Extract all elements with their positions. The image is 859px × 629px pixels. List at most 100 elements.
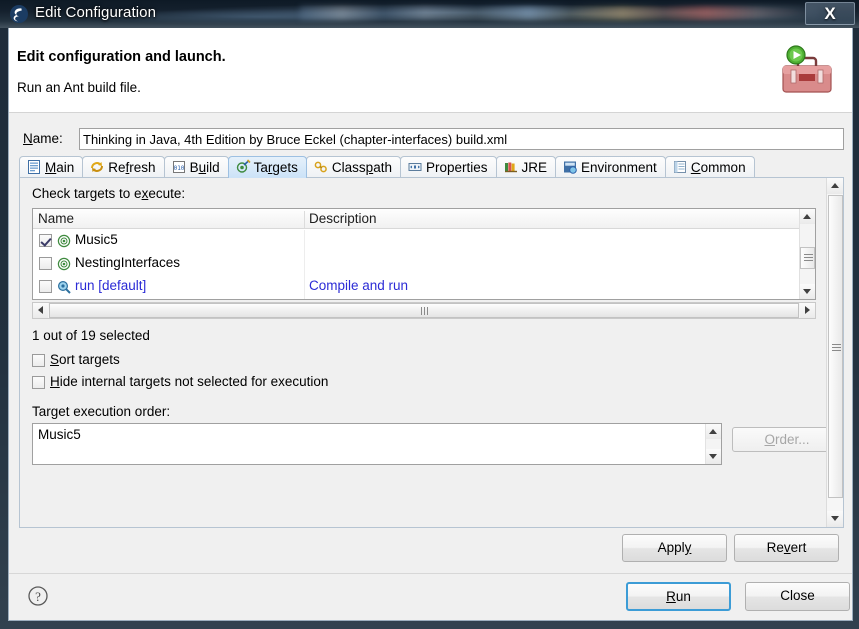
table-row[interactable]: Music5 [33,230,815,253]
order-scroll-up-button[interactable] [706,424,721,439]
chevron-down-icon [709,454,717,459]
target-name: NestingInterfaces [75,255,181,270]
row-divider [304,276,305,299]
target-checkbox-nestinginterfaces[interactable] [39,257,52,270]
common-icon [672,159,688,175]
table-row[interactable]: NestingInterfaces [33,253,815,276]
eclipse-launch-icon [9,4,29,24]
ant-toolbox-run-icon [774,40,838,102]
tab-targets-label: Targets [253,160,298,175]
tab-strip: Main Refresh 010 Build Targets Classpath… [19,156,844,178]
revert-button[interactable]: Revert [734,534,839,562]
table-row[interactable]: run [default] Compile and run [33,276,815,299]
tab-environment-label: Environment [581,160,657,175]
target-execution-order-label: Target execution order: [32,404,171,419]
dialog-header: Edit configuration and launch. Run an An… [9,28,852,113]
execution-order-scrollbar[interactable] [705,424,721,464]
tab-common-label: Common [690,160,746,175]
grip-icon [424,307,425,315]
classpath-icon [313,159,329,175]
header-subtitle: Run an Ant build file. [17,80,141,95]
table-scroll-down-button[interactable] [800,284,815,299]
name-label: Name: [23,131,63,146]
tab-properties[interactable]: Properties [399,156,497,178]
target-icon [57,257,71,271]
target-checkbox-music5[interactable] [39,234,52,247]
target-checkbox-run-default[interactable] [39,280,52,293]
title-bar: Edit Configuration X [0,0,859,28]
target-description: Compile and run [309,278,409,293]
panel-scroll-thumb[interactable] [828,195,843,498]
sort-targets-checkbox[interactable] [32,354,45,367]
chevron-down-icon [803,289,811,294]
table-scroll-up-button[interactable] [800,209,815,224]
title-bar-blurred-background [300,6,820,20]
row-divider [304,230,305,253]
table-scroll-thumb[interactable] [800,247,815,269]
table-hscroll-thumb[interactable] [49,303,799,318]
configuration-name-input[interactable] [79,128,844,150]
dialog-footer: ? Run Close [9,574,852,619]
targets-table: Name Description Music5 NestingInterface… [32,208,816,300]
execution-order-list[interactable]: Music5 [32,423,722,465]
tab-refresh[interactable]: Refresh [82,156,165,178]
hide-internal-targets-checkbox[interactable] [32,376,45,389]
apply-button[interactable]: Apply [622,534,727,562]
row-divider [304,253,305,276]
check-targets-label: Check targets to execute: [32,186,186,201]
column-divider[interactable] [304,211,305,228]
jre-icon [503,159,519,175]
tab-common[interactable]: Common [664,156,755,178]
close-window-button[interactable]: X [805,2,855,25]
tab-properties-label: Properties [425,160,488,175]
order-button[interactable]: Order... [732,427,827,452]
tab-classpath-label: Classpath [331,160,392,175]
target-name: Music5 [75,232,118,247]
apply-revert-row: Apply Revert [9,530,852,570]
binary-icon: 010 [171,159,187,175]
column-header-description[interactable]: Description [309,210,377,228]
targets-tab-panel: Check targets to execute: Name Descripti… [19,177,844,528]
grip-icon [832,344,841,345]
refresh-icon [89,159,105,175]
svg-text:?: ? [35,589,41,604]
help-question-icon[interactable]: ? [27,585,49,607]
column-header-name[interactable]: Name [38,210,74,228]
order-scroll-down-button[interactable] [706,449,721,464]
targets-panel-inner: Check targets to execute: Name Descripti… [20,178,827,527]
chevron-up-icon [709,429,717,434]
panel-scroll-up-button[interactable] [827,178,843,194]
chevron-right-icon [805,306,810,314]
tab-build[interactable]: 010 Build [163,156,229,178]
table-horizontal-scrollbar[interactable] [32,302,816,319]
tab-jre-label: JRE [521,160,548,175]
target-icon [57,234,71,248]
tab-targets[interactable]: Targets [227,156,307,178]
document-icon [26,159,42,175]
tab-classpath[interactable]: Classpath [305,156,401,178]
window-title: Edit Configuration [35,4,157,21]
table-vertical-scrollbar[interactable] [799,209,815,299]
chevron-down-icon [831,516,839,521]
close-button[interactable]: Close [745,582,850,611]
execution-order-item[interactable]: Music5 [38,427,81,442]
targets-table-rows: Music5 NestingInterfaces run [default] C… [33,230,815,300]
tab-main[interactable]: Main [19,156,84,178]
tab-build-label: Build [189,160,220,175]
table-scroll-left-button[interactable] [33,303,48,318]
target-name: run [default] [75,278,147,293]
tab-jre[interactable]: JRE [495,156,557,178]
chevron-up-icon [803,214,811,219]
panel-vertical-scrollbar[interactable] [826,178,843,527]
sort-targets-label: Sort targets [50,352,120,367]
tab-main-label: Main [45,160,75,175]
run-button[interactable]: Run [626,582,731,611]
environment-icon [562,159,578,175]
chevron-up-icon [831,183,839,188]
header-title: Edit configuration and launch. [17,49,226,65]
tab-refresh-label: Refresh [108,160,156,175]
tab-environment[interactable]: Environment [555,156,666,178]
table-scroll-right-button[interactable] [800,303,815,318]
grip-icon [804,254,813,255]
panel-scroll-down-button[interactable] [827,511,843,527]
